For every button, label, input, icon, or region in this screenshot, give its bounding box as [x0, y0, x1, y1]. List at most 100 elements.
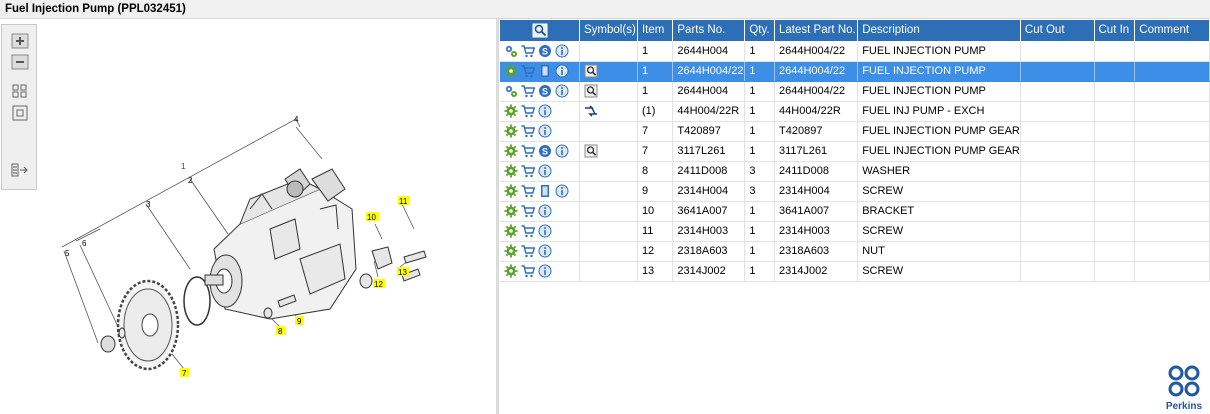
- gear-icon[interactable]: [504, 184, 518, 198]
- callout-7[interactable]: 7: [182, 369, 187, 378]
- callout-1[interactable]: 1: [181, 162, 186, 171]
- column-header-actions[interactable]: [500, 20, 581, 42]
- info-icon[interactable]: [538, 244, 552, 258]
- book-icon[interactable]: [538, 64, 552, 78]
- info-icon[interactable]: [538, 224, 552, 238]
- diagram-pane[interactable]: 1 2 3 4 5 6 7 8 9 10 11 12 13: [0, 19, 496, 414]
- info-icon[interactable]: [555, 64, 569, 78]
- gear-icon[interactable]: [504, 104, 518, 118]
- callout-3[interactable]: 3: [146, 200, 151, 209]
- gear-icon[interactable]: [504, 124, 518, 138]
- cart-icon[interactable]: [521, 264, 535, 278]
- cart-icon[interactable]: [521, 224, 535, 238]
- gear-icon[interactable]: [504, 204, 518, 218]
- callout-12[interactable]: 12: [374, 280, 383, 289]
- cell-item: 10: [637, 201, 674, 222]
- cell-parts-no: 2644H004: [672, 41, 746, 62]
- column-header-description[interactable]: Description: [857, 20, 1021, 42]
- table-row[interactable]: 9 2314H004 3 2314H004 SCREW: [500, 181, 1210, 202]
- column-header-cut-in[interactable]: Cut In: [1094, 20, 1136, 42]
- gears-icon[interactable]: [504, 44, 518, 58]
- info-icon[interactable]: [555, 44, 569, 58]
- row-symbols: [579, 81, 638, 102]
- gear-icon[interactable]: [504, 64, 518, 78]
- column-header-cut-out[interactable]: Cut Out: [1020, 20, 1095, 42]
- s-icon[interactable]: S: [538, 84, 552, 98]
- info-icon[interactable]: [538, 164, 552, 178]
- table-row[interactable]: 7 T420897 1 T420897 FUEL INJECTION PUMP GEAR: [500, 121, 1210, 142]
- cell-cut-out: [1020, 141, 1095, 162]
- cart-icon[interactable]: [521, 144, 535, 158]
- cart-icon[interactable]: [521, 104, 535, 118]
- info-icon[interactable]: [555, 184, 569, 198]
- column-header-qty[interactable]: Qty.: [744, 20, 776, 42]
- book-icon[interactable]: [538, 184, 552, 198]
- cell-description: FUEL INJECTION PUMP GEAR: [857, 141, 1021, 162]
- gear-icon[interactable]: [504, 264, 518, 278]
- callout-11[interactable]: 11: [399, 197, 408, 206]
- table-row[interactable]: (1) 44H004/22R 1 44H004/22R FUEL INJ PUMP - …: [500, 101, 1210, 122]
- info-icon[interactable]: [538, 104, 552, 118]
- cell-comment: [1134, 241, 1210, 262]
- cell-latest-part-no: 2314H003: [774, 221, 859, 242]
- s-icon[interactable]: S: [538, 144, 552, 158]
- column-header-parts-no[interactable]: Parts No.: [672, 20, 746, 42]
- callout-10[interactable]: 10: [367, 213, 376, 222]
- callout-5[interactable]: 5: [65, 249, 70, 258]
- table-row[interactable]: S 1 2644H004 1 2644H004/22 FUEL INJECTION PUM…: [500, 41, 1210, 62]
- column-header-latest-part-no[interactable]: Latest Part No.: [774, 20, 859, 42]
- cart-icon[interactable]: [521, 44, 535, 58]
- gear-icon[interactable]: [504, 224, 518, 238]
- cart-icon[interactable]: [521, 64, 535, 78]
- cart-icon[interactable]: [521, 184, 535, 198]
- callout-6[interactable]: 6: [82, 239, 87, 248]
- gear-icon[interactable]: [504, 144, 518, 158]
- info-icon[interactable]: [555, 144, 569, 158]
- table-row[interactable]: 12 2318A603 1 2318A603 NUT: [500, 241, 1210, 262]
- table-row[interactable]: 13 2314J002 1 2314J002 SCREW: [500, 261, 1210, 282]
- info-icon[interactable]: [538, 204, 552, 218]
- perkins-logo: Perkins: [1162, 364, 1206, 412]
- magnifier-icon[interactable]: [584, 144, 598, 158]
- table-row[interactable]: 1 2644H004/22 1 2644H004/22 FUEL INJECTION P…: [500, 61, 1210, 82]
- cart-icon[interactable]: [521, 124, 535, 138]
- magnifier-icon[interactable]: [584, 64, 598, 78]
- window-titlebar: Fuel Injection Pump (PPL032451): [0, 0, 1210, 19]
- cell-cut-in: [1094, 201, 1136, 222]
- table-row[interactable]: 10 3641A007 1 3641A007 BRACKET: [500, 201, 1210, 222]
- cart-icon[interactable]: [521, 164, 535, 178]
- table-row[interactable]: 11 2314H003 1 2314H003 SCREW: [500, 221, 1210, 242]
- s-icon[interactable]: S: [538, 44, 552, 58]
- callout-9[interactable]: 9: [297, 317, 302, 326]
- cell-cut-in: [1094, 221, 1136, 242]
- table-row[interactable]: S 1 2644H004 1 2644H004/22 FUEL INJECTION PUM…: [500, 81, 1210, 102]
- gear-icon[interactable]: [504, 164, 518, 178]
- cart-icon[interactable]: [521, 204, 535, 218]
- row-symbols: [579, 181, 638, 202]
- column-header-item[interactable]: Item: [637, 20, 674, 42]
- magnifier-icon[interactable]: [584, 84, 598, 98]
- column-header-comment[interactable]: Comment: [1134, 20, 1210, 42]
- exchange-icon[interactable]: [584, 104, 598, 118]
- cell-comment: [1134, 101, 1210, 122]
- cart-icon[interactable]: [521, 84, 535, 98]
- callout-2[interactable]: 2: [188, 176, 193, 185]
- info-icon[interactable]: [538, 264, 552, 278]
- window-title: Fuel Injection Pump (PPL032451): [5, 3, 186, 15]
- table-row[interactable]: S 7 3117L261 1 3117L261 FUEL INJECTION PUMP G…: [500, 141, 1210, 162]
- column-header-symbols[interactable]: Symbol(s): [579, 20, 638, 42]
- search-list-icon[interactable]: [532, 23, 548, 38]
- cell-cut-in: [1094, 261, 1136, 282]
- callout-4[interactable]: 4: [294, 115, 299, 124]
- info-icon[interactable]: [538, 124, 552, 138]
- callout-8[interactable]: 8: [278, 327, 283, 336]
- cart-icon[interactable]: [521, 244, 535, 258]
- gear-icon[interactable]: [504, 244, 518, 258]
- info-icon[interactable]: [555, 84, 569, 98]
- cell-cut-out: [1020, 181, 1095, 202]
- cell-parts-no: 2314H003: [672, 221, 746, 242]
- gears-icon[interactable]: [504, 84, 518, 98]
- table-row[interactable]: 8 2411D008 3 2411D008 WASHER: [500, 161, 1210, 182]
- table-header: Symbol(s) Item Parts No. Qty. Latest Par…: [500, 20, 1210, 42]
- callout-13[interactable]: 13: [398, 268, 407, 277]
